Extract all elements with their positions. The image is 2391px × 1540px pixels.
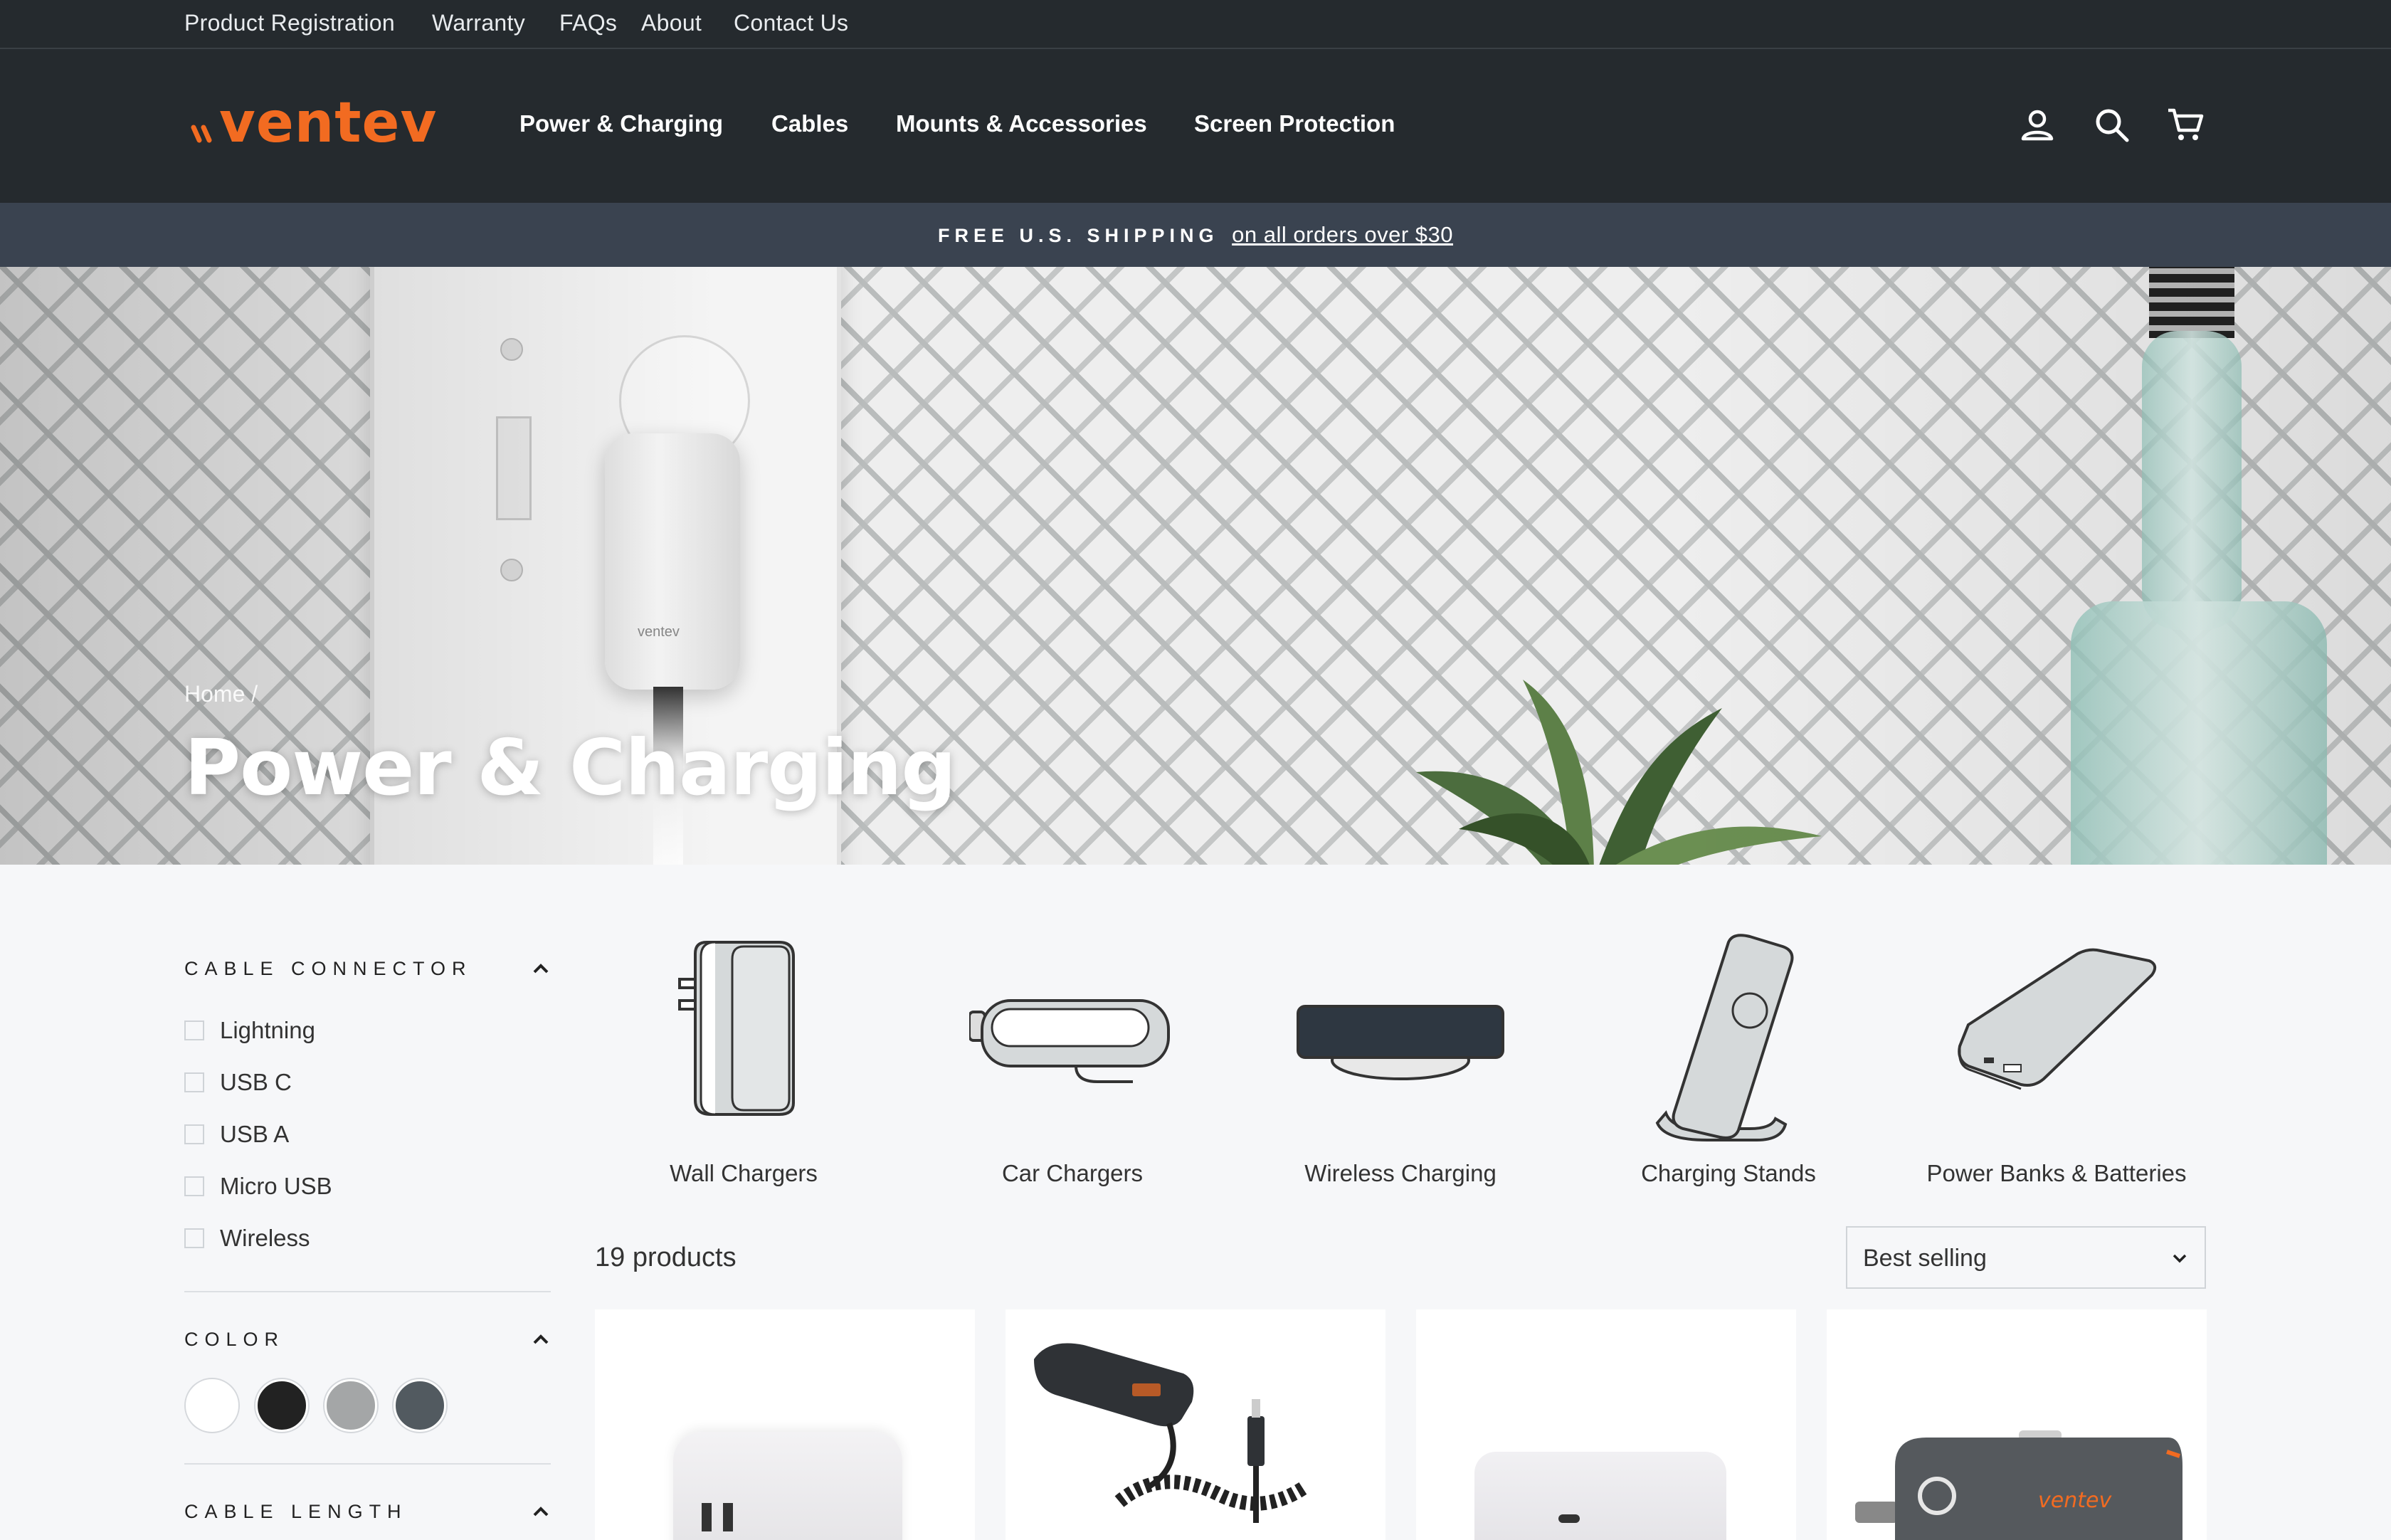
logo-ticks-icon bbox=[191, 125, 212, 143]
account-icon[interactable] bbox=[2018, 106, 2057, 144]
wall-charger-icon bbox=[678, 941, 795, 1116]
utility-bar: Product Registration Warranty FAQs About… bbox=[0, 0, 2391, 49]
filter-divider bbox=[184, 1463, 551, 1465]
category-label: Wall Chargers bbox=[670, 1160, 818, 1186]
product-logo-text: ventev bbox=[2038, 1488, 2112, 1513]
cart-icon[interactable] bbox=[2166, 106, 2205, 144]
utility-link-warranty[interactable]: Warranty bbox=[432, 9, 525, 37]
filter-option-label: USB A bbox=[220, 1121, 290, 1147]
filter-option-label: Wireless bbox=[220, 1225, 310, 1251]
color-swatch-gray[interactable] bbox=[324, 1379, 377, 1432]
product-image-qc-car-charger: ventev bbox=[1855, 1430, 2182, 1540]
wireless-pad-icon bbox=[1297, 1005, 1504, 1080]
search-icon[interactable] bbox=[2093, 106, 2131, 144]
product-image-car-charger bbox=[1034, 1343, 1309, 1523]
brand-logo[interactable]: ventev bbox=[184, 95, 440, 152]
power-bank-icon bbox=[1958, 948, 2157, 1090]
breadcrumb[interactable]: Home / bbox=[184, 680, 258, 708]
shipping-details-link[interactable]: on all orders over $30 bbox=[1232, 222, 1453, 247]
filter-option-label: Micro USB bbox=[220, 1173, 332, 1199]
chevron-up-icon[interactable] bbox=[528, 956, 554, 981]
category-label: Power Banks & Batteries bbox=[1926, 1160, 2187, 1186]
filter-title-cable-length[interactable]: CABLE LENGTH bbox=[184, 1499, 408, 1524]
checkbox[interactable] bbox=[184, 1228, 204, 1248]
nav-cables[interactable]: Cables bbox=[771, 109, 848, 139]
category-label: Wireless Charging bbox=[1304, 1160, 1497, 1186]
charging-stand-icon bbox=[1655, 934, 1794, 1141]
checkbox[interactable] bbox=[184, 1020, 204, 1040]
site-header: ventev Power & Charging Cables Mounts & … bbox=[0, 49, 2391, 203]
product-card[interactable]: ventev bbox=[1827, 1309, 2207, 1540]
product-image-wall-charger bbox=[673, 1432, 902, 1540]
color-swatch-white[interactable] bbox=[186, 1379, 238, 1432]
color-swatch-black[interactable] bbox=[255, 1379, 308, 1432]
shipping-banner: FREE U.S. SHIPPING on all orders over $3… bbox=[0, 203, 2391, 267]
utility-link-about[interactable]: About bbox=[641, 9, 702, 37]
utility-link-contact-us[interactable]: Contact Us bbox=[734, 9, 848, 37]
hero-banner: ventev Home / Power & Charging bbox=[0, 267, 2391, 865]
shipping-headline: FREE U.S. SHIPPING bbox=[937, 225, 1219, 246]
category-power-banks[interactable]: Power Banks & Batteries bbox=[1914, 932, 2199, 1203]
nav-power-charging[interactable]: Power & Charging bbox=[519, 109, 723, 139]
filter-option-label: USB C bbox=[220, 1069, 292, 1095]
checkbox[interactable] bbox=[184, 1124, 204, 1144]
category-car-chargers[interactable]: Car Chargers bbox=[930, 932, 1215, 1203]
product-card[interactable] bbox=[595, 1309, 975, 1540]
product-card[interactable] bbox=[1416, 1309, 1796, 1540]
utility-link-faqs[interactable]: FAQs bbox=[559, 9, 617, 37]
product-card[interactable] bbox=[1006, 1309, 1385, 1540]
category-charging-stands[interactable]: Charging Stands bbox=[1586, 932, 1871, 1203]
filter-divider bbox=[184, 1291, 551, 1292]
filter-title-color[interactable]: COLOR bbox=[184, 1327, 285, 1352]
nav-mounts-accessories[interactable]: Mounts & Accessories bbox=[896, 109, 1147, 139]
product-image-usb-c-charger bbox=[1474, 1452, 1726, 1540]
logo-wordmark: ventev bbox=[219, 91, 438, 155]
category-label: Charging Stands bbox=[1641, 1160, 1816, 1186]
page-title: Power & Charging bbox=[184, 724, 956, 813]
checkbox[interactable] bbox=[184, 1176, 204, 1196]
nav-screen-protection[interactable]: Screen Protection bbox=[1194, 109, 1395, 139]
sort-select-value: Best selling bbox=[1863, 1245, 1987, 1272]
filter-option-label: Lightning bbox=[220, 1017, 315, 1043]
filter-title-cable-connector[interactable]: CABLE CONNECTOR bbox=[184, 956, 473, 981]
utility-link-product-registration[interactable]: Product Registration bbox=[184, 9, 395, 37]
product-count: 19 products bbox=[595, 1243, 737, 1272]
checkbox[interactable] bbox=[184, 1072, 204, 1092]
color-swatch-slate[interactable] bbox=[394, 1379, 446, 1432]
car-charger-icon bbox=[969, 999, 1170, 1083]
chevron-up-icon[interactable] bbox=[528, 1327, 554, 1352]
chevron-down-icon bbox=[2173, 1254, 2187, 1263]
sort-select[interactable]: Best selling bbox=[1846, 1226, 2206, 1289]
chevron-up-icon[interactable] bbox=[528, 1499, 554, 1524]
category-label: Car Chargers bbox=[1001, 1160, 1144, 1186]
category-wall-chargers[interactable]: Wall Chargers bbox=[601, 932, 886, 1203]
category-wireless-charging[interactable]: Wireless Charging bbox=[1258, 932, 1543, 1203]
